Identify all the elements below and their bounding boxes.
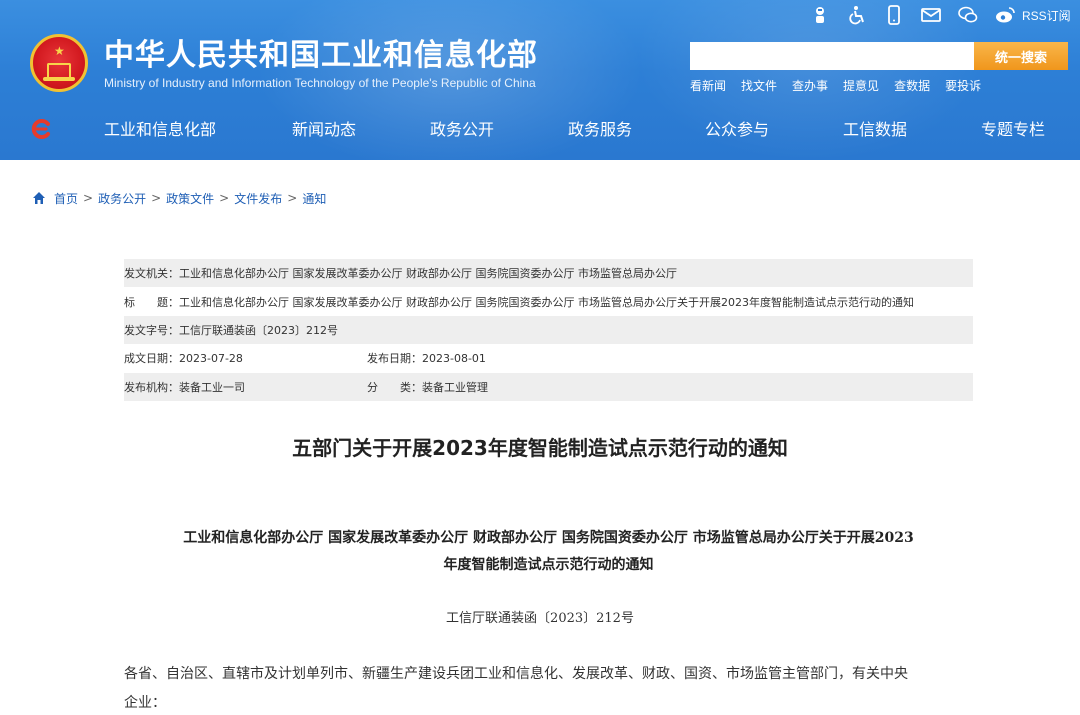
meta-row-issuer: 发文机关： 工业和信息化部办公厅 国家发展改革委办公厅 财政部办公厅 国务院国资… xyxy=(124,259,973,288)
breadcrumb-policy-files[interactable]: 政策文件 xyxy=(166,190,214,207)
quick-links: 看新闻 找文件 查办事 提意见 查数据 要投诉 xyxy=(690,77,996,95)
quick-link-news[interactable]: 看新闻 xyxy=(690,77,726,95)
nav-item-data[interactable]: 工信数据 xyxy=(843,110,907,150)
meta-label: 分 类： xyxy=(367,380,422,394)
site-header: ★ 中华人民共和国工业和信息化部 Ministry of Industry an… xyxy=(0,0,1080,160)
nav-item-ministry[interactable]: 工业和信息化部 xyxy=(104,110,216,150)
utility-icon-bar: RSS订阅 xyxy=(808,3,1071,27)
quick-link-complaint[interactable]: 要投诉 xyxy=(945,77,981,95)
meta-value: 工业和信息化部办公厅 国家发展改革委办公厅 财政部办公厅 国务院国资委办公厅 市… xyxy=(179,267,677,281)
breadcrumb-file-release[interactable]: 文件发布 xyxy=(234,190,282,207)
meta-label: 成文日期： xyxy=(124,352,179,366)
meta-value: 工信厅联通装函〔2023〕212号 xyxy=(179,323,338,337)
document-heading-line: 工业和信息化部办公厅 国家发展改革委办公厅 财政部办公厅 国务院国资委办公厅 市… xyxy=(183,530,914,546)
meta-row-title: 标 题： 工业和信息化部办公厅 国家发展改革委办公厅 财政部办公厅 国务院国资委… xyxy=(124,287,973,315)
nav-item-gov-affairs[interactable]: 政务公开 xyxy=(430,110,494,150)
article-title: 五部门关于开展2023年度智能制造试点示范行动的通知 xyxy=(292,436,788,460)
wechat-icon[interactable] xyxy=(956,3,980,27)
breadcrumb-home[interactable]: 首页 xyxy=(54,190,78,207)
quick-link-services[interactable]: 查办事 xyxy=(792,77,828,95)
document-meta-table: 发文机关： 工业和信息化部办公厅 国家发展改革委办公厅 财政部办公厅 国务院国资… xyxy=(124,259,973,401)
meta-row-dates: 成文日期： 2023-07-28 发布日期： 2023-08-01 xyxy=(124,344,973,372)
nav-item-topics[interactable]: 专题专栏 xyxy=(981,110,1045,150)
meta-label: 发文机关： xyxy=(124,267,179,281)
quick-link-feedback[interactable]: 提意见 xyxy=(843,77,879,95)
accessibility-icon[interactable] xyxy=(845,3,869,27)
meta-value: 工业和信息化部办公厅 国家发展改革委办公厅 财政部办公厅 国务院国资委办公厅 市… xyxy=(179,295,914,309)
quick-link-data[interactable]: 查数据 xyxy=(894,77,930,95)
meta-row-doc-number: 发文字号： 工信厅联通装函〔2023〕212号 xyxy=(124,315,973,345)
site-title[interactable]: 中华人民共和国工业和信息化部 xyxy=(104,36,538,76)
quick-link-files[interactable]: 找文件 xyxy=(741,77,777,95)
weibo-icon[interactable] xyxy=(993,3,1017,27)
national-emblem-icon[interactable]: ★ xyxy=(30,34,88,92)
breadcrumb-separator: > xyxy=(151,191,162,205)
nav-item-news[interactable]: 新闻动态 xyxy=(292,110,356,150)
site-subtitle: Ministry of Industry and Information Tec… xyxy=(104,76,536,90)
breadcrumb: 首页 > 政务公开 > 政策文件 > 文件发布 > 通知 xyxy=(32,189,326,207)
breadcrumb-gov-affairs[interactable]: 政务公开 xyxy=(98,190,146,207)
meta-label: 发布机构： xyxy=(124,380,179,394)
meta-value: 2023-08-01 xyxy=(422,351,486,365)
breadcrumb-notice[interactable]: 通知 xyxy=(302,190,326,207)
meta-label: 发文字号： xyxy=(124,323,179,337)
breadcrumb-separator: > xyxy=(287,191,298,205)
meta-value: 装备工业管理 xyxy=(422,380,488,394)
unified-search-button[interactable]: 统一搜索 xyxy=(974,42,1068,70)
nav-item-gov-services[interactable]: 政务服务 xyxy=(568,110,632,150)
document-number: 工信厅联通装函〔2023〕212号 xyxy=(446,611,634,626)
main-nav: 工业和信息化部 新闻动态 政务公开 政务服务 公众参与 工信数据 专题专栏 xyxy=(0,110,1080,150)
meta-value: 装备工业一司 xyxy=(179,380,245,394)
meta-label: 发布日期： xyxy=(367,352,422,366)
meta-label: 标 题： xyxy=(124,295,179,309)
breadcrumb-separator: > xyxy=(83,191,94,205)
rss-subscribe-link[interactable]: RSS订阅 xyxy=(1022,7,1071,24)
site-logo-icon[interactable] xyxy=(30,118,52,140)
body-paragraph-line: 各省、自治区、直辖市及计划单列市、新疆生产建设兵团工业和信息化、发展改革、财政、… xyxy=(124,666,908,682)
robot-icon[interactable] xyxy=(808,3,832,27)
home-icon[interactable] xyxy=(32,191,46,205)
mobile-icon[interactable] xyxy=(882,3,906,27)
nav-item-public-participation[interactable]: 公众参与 xyxy=(705,110,769,150)
body-paragraph-line: 企业： xyxy=(124,695,166,711)
meta-row-org-category: 发布机构： 装备工业一司 分 类： 装备工业管理 xyxy=(124,372,973,401)
breadcrumb-separator: > xyxy=(219,191,230,205)
search-input[interactable] xyxy=(690,42,974,70)
meta-value: 2023-07-28 xyxy=(179,351,243,365)
document-heading-line: 年度智能制造试点示范行动的通知 xyxy=(443,557,654,573)
document-body: 各省、自治区、直辖市及计划单列市、新疆生产建设兵团工业和信息化、发展改革、财政、… xyxy=(124,660,973,715)
mail-icon[interactable] xyxy=(919,3,943,27)
document-heading: 工业和信息化部办公厅 国家发展改革委办公厅 财政部办公厅 国务院国资委办公厅 市… xyxy=(124,525,973,579)
